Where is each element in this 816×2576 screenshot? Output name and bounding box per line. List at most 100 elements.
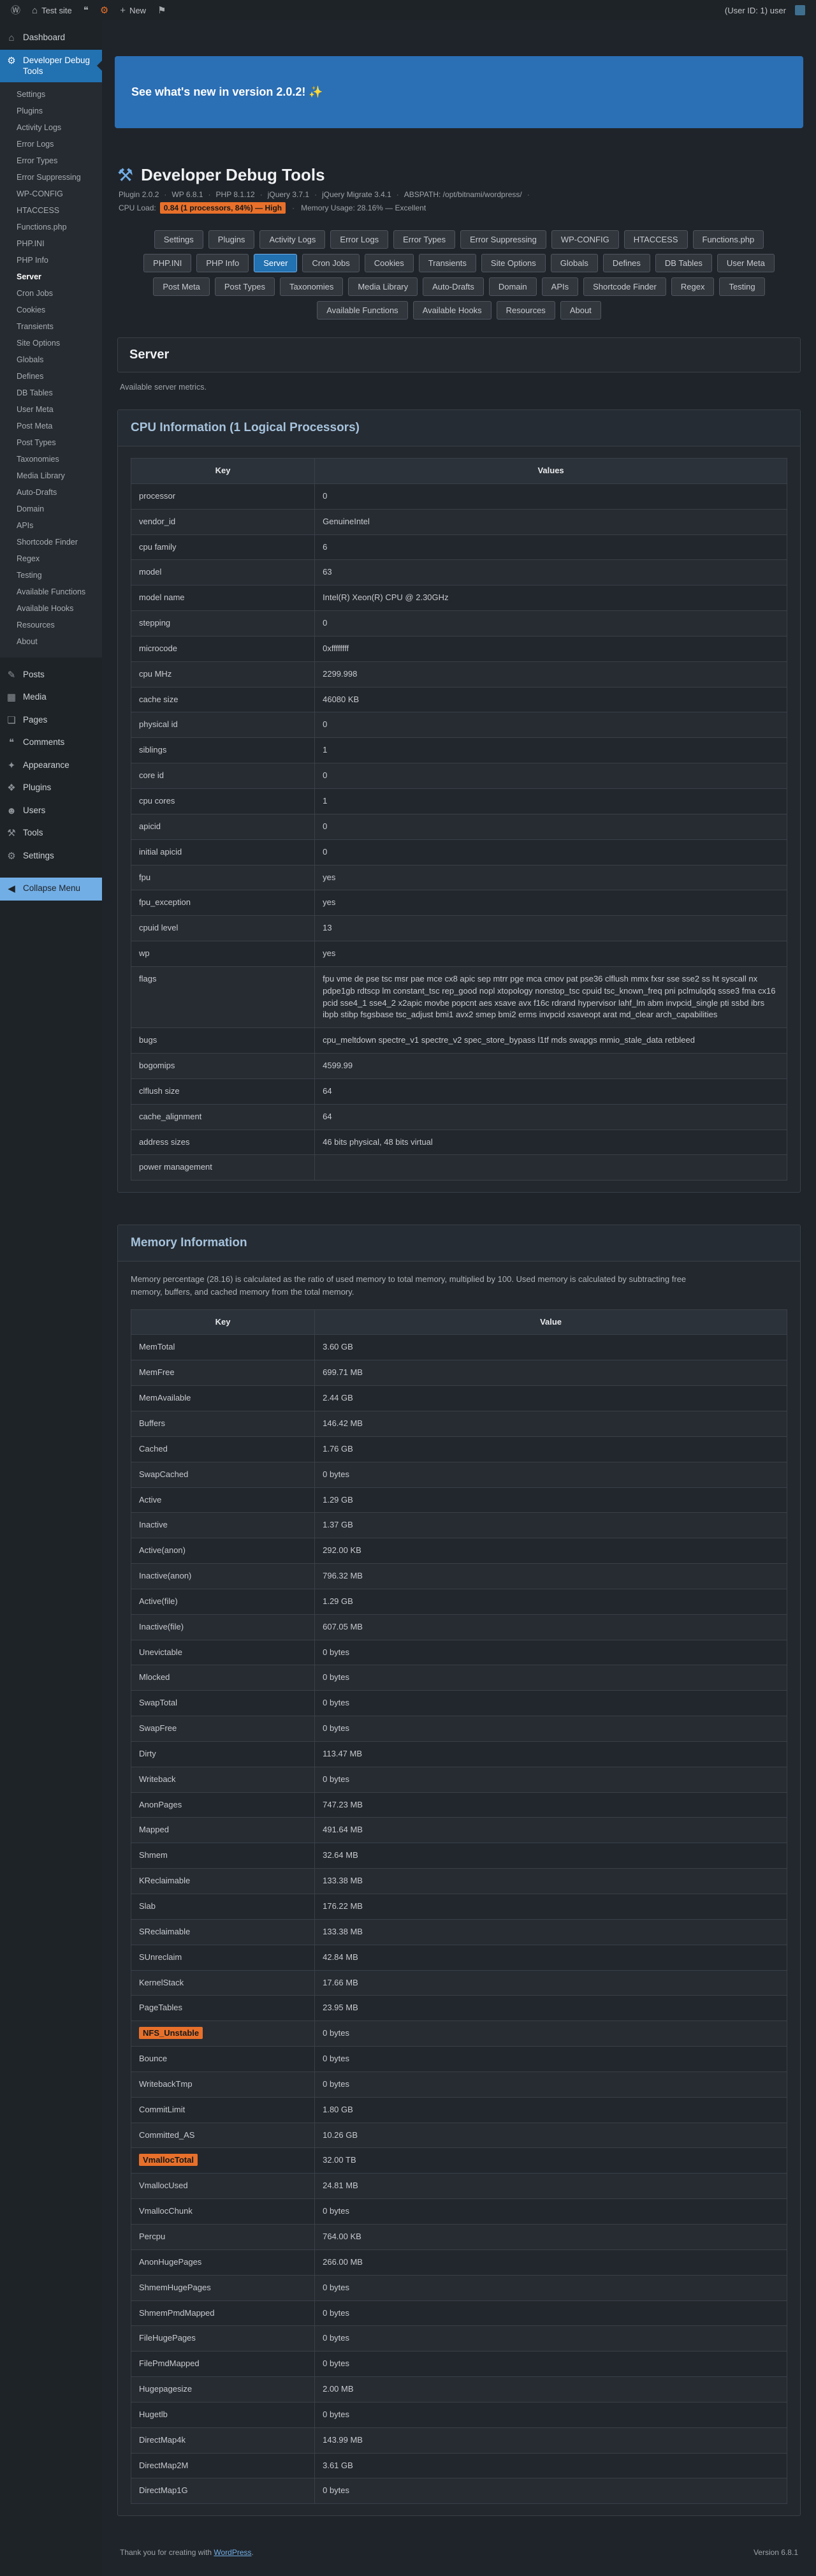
- tab[interactable]: Regex: [671, 277, 715, 296]
- my-account-menu[interactable]: (User ID: 1) user: [719, 0, 811, 20]
- sidebar-item[interactable]: ❝ Comments: [0, 732, 102, 754]
- memory-row-value: 0 bytes: [315, 2326, 787, 2352]
- tab[interactable]: PHP Info: [196, 254, 249, 272]
- sidebar-subitem[interactable]: Shortcode Finder: [0, 534, 102, 550]
- sidebar-subitem[interactable]: Post Types: [0, 434, 102, 451]
- tab[interactable]: Shortcode Finder: [583, 277, 666, 296]
- sidebar-item[interactable]: ◀ Collapse Menu: [0, 878, 102, 901]
- tab[interactable]: Server: [254, 254, 297, 272]
- cpu-row-key: initial apicid: [131, 839, 315, 865]
- sidebar-subitem[interactable]: Transients: [0, 318, 102, 335]
- tab[interactable]: Error Types: [393, 230, 455, 249]
- tab[interactable]: Domain: [489, 277, 537, 296]
- cpu-panel-header: CPU Information (1 Logical Processors): [118, 410, 800, 446]
- sidebar-subitem[interactable]: User Meta: [0, 401, 102, 418]
- sidebar-item[interactable]: ⚙ Developer Debug Tools: [0, 50, 102, 82]
- cpu-table-row: cache size 46080 KB: [131, 687, 787, 712]
- tab[interactable]: Auto-Drafts: [423, 277, 484, 296]
- flag-menu[interactable]: ⚑: [152, 0, 171, 20]
- tab[interactable]: HTACCESS: [624, 230, 688, 249]
- sidebar-item[interactable]: ⚙ Settings: [0, 845, 102, 868]
- tab[interactable]: Post Meta: [153, 277, 210, 296]
- tab[interactable]: Globals: [551, 254, 598, 272]
- tab[interactable]: Error Suppressing: [460, 230, 546, 249]
- tab[interactable]: WP-CONFIG: [551, 230, 619, 249]
- tab[interactable]: Testing: [719, 277, 764, 296]
- whats-new-banner[interactable]: See what's new in version 2.0.2! ✨: [115, 56, 803, 128]
- sidebar-subitem[interactable]: HTACCESS: [0, 202, 102, 219]
- new-content-menu[interactable]: + New: [114, 0, 152, 20]
- sidebar-subitem[interactable]: Domain: [0, 501, 102, 517]
- tab[interactable]: User Meta: [717, 254, 775, 272]
- tab[interactable]: Media Library: [348, 277, 418, 296]
- tab[interactable]: Available Functions: [317, 301, 408, 320]
- sidebar-item[interactable]: ❖ Plugins: [0, 777, 102, 800]
- sidebar-subitem[interactable]: Error Logs: [0, 136, 102, 152]
- sidebar-item[interactable]: ❏ Pages: [0, 709, 102, 732]
- sidebar-subitem[interactable]: PHP Info: [0, 252, 102, 269]
- tab[interactable]: Cron Jobs: [302, 254, 359, 272]
- memory-table-row: DirectMap2M 3.61 GB: [131, 2453, 787, 2478]
- sidebar-item[interactable]: ⚒ Tools: [0, 822, 102, 845]
- tab[interactable]: Transients: [419, 254, 476, 272]
- sidebar-item[interactable]: ▦ Media: [0, 686, 102, 709]
- tab[interactable]: Available Hooks: [413, 301, 492, 320]
- sidebar-subitem[interactable]: Server: [0, 269, 102, 285]
- tab[interactable]: Settings: [154, 230, 203, 249]
- tab[interactable]: Defines: [603, 254, 650, 272]
- sidebar-subitem[interactable]: Error Types: [0, 152, 102, 169]
- sidebar-item[interactable]: ☻ Users: [0, 800, 102, 823]
- comments-menu[interactable]: ❝: [78, 0, 94, 20]
- sidebar-subitem[interactable]: DB Tables: [0, 385, 102, 401]
- tab[interactable]: Functions.php: [693, 230, 764, 249]
- sidebar-subitem[interactable]: APIs: [0, 517, 102, 534]
- sidebar-subitem[interactable]: About: [0, 633, 102, 650]
- sidebar-subitem[interactable]: Cron Jobs: [0, 285, 102, 302]
- tab[interactable]: Activity Logs: [259, 230, 325, 249]
- sidebar-subitem[interactable]: Post Meta: [0, 418, 102, 434]
- memory-row-value: 146.42 MB: [315, 1411, 787, 1436]
- tab[interactable]: DB Tables: [655, 254, 712, 272]
- sidebar-subitem[interactable]: PHP.INI: [0, 235, 102, 252]
- tab[interactable]: Taxonomies: [280, 277, 343, 296]
- memory-row-key: AnonPages: [131, 1792, 315, 1818]
- tab[interactable]: About: [560, 301, 601, 320]
- tab[interactable]: Post Types: [215, 277, 275, 296]
- sidebar-subitem[interactable]: Taxonomies: [0, 451, 102, 467]
- sidebar-subitem[interactable]: Cookies: [0, 302, 102, 318]
- sidebar-subitem[interactable]: Available Functions: [0, 584, 102, 600]
- sidebar-item[interactable]: ✦ Appearance: [0, 754, 102, 777]
- tab[interactable]: Plugins: [208, 230, 255, 249]
- sidebar-subitem[interactable]: Available Hooks: [0, 600, 102, 617]
- cpu-col-key: Key: [131, 459, 315, 484]
- sidebar-subitem[interactable]: Resources: [0, 617, 102, 633]
- sidebar-subitem[interactable]: Settings: [0, 86, 102, 103]
- sidebar-subitem[interactable]: Activity Logs: [0, 119, 102, 136]
- cpu-row-key: model: [131, 560, 315, 585]
- sidebar-subitem[interactable]: Defines: [0, 368, 102, 385]
- tab[interactable]: Site Options: [481, 254, 546, 272]
- sidebar-subitem[interactable]: WP-CONFIG: [0, 186, 102, 202]
- sidebar-subitem[interactable]: Auto-Drafts: [0, 484, 102, 501]
- tab[interactable]: Cookies: [365, 254, 414, 272]
- memory-row-value: 0 bytes: [315, 2300, 787, 2326]
- cpu-row-key: cache size: [131, 687, 315, 712]
- tab[interactable]: Error Logs: [330, 230, 388, 249]
- sidebar-subitem[interactable]: Functions.php: [0, 219, 102, 235]
- wordpress-link[interactable]: WordPress: [214, 2548, 251, 2557]
- tab[interactable]: Resources: [497, 301, 555, 320]
- sidebar-subitem[interactable]: Site Options: [0, 335, 102, 351]
- sidebar-subitem[interactable]: Globals: [0, 351, 102, 368]
- tab[interactable]: APIs: [542, 277, 578, 296]
- sidebar-subitem[interactable]: Media Library: [0, 467, 102, 484]
- wp-logo-menu[interactable]: Ⓦ: [5, 0, 26, 20]
- tab[interactable]: PHP.INI: [143, 254, 191, 272]
- sidebar-subitem[interactable]: Testing: [0, 567, 102, 584]
- debug-tools-adminbar-menu[interactable]: ⚙: [94, 0, 114, 20]
- sidebar-item[interactable]: ✎ Posts: [0, 664, 102, 687]
- sidebar-item[interactable]: ⌂ Dashboard: [0, 27, 102, 50]
- sidebar-subitem[interactable]: Error Suppressing: [0, 169, 102, 186]
- site-name-menu[interactable]: ⌂ Test site: [26, 0, 78, 20]
- sidebar-subitem[interactable]: Regex: [0, 550, 102, 567]
- sidebar-subitem[interactable]: Plugins: [0, 103, 102, 119]
